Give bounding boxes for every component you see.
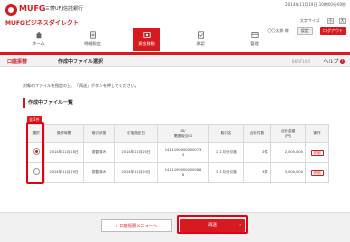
file-list-table: 選択 操作時間 取引状態 引落指定日 ID/ 関連取引ID 取引名 合計件数 合… (27, 124, 329, 183)
cell-count: 2件 (243, 142, 271, 163)
page-header: 口座振替 作成中ファイル選択 BKRF104 ヘルプ ? (0, 55, 350, 67)
cell-status: 振替済み (83, 142, 115, 163)
cell-amount: 2,000,000 (270, 142, 306, 163)
col-name: 取引名 (208, 124, 244, 143)
help-icon: ? (340, 59, 345, 64)
nav-item-home[interactable]: ホーム (25, 28, 52, 51)
cell-action: 詳細 (305, 162, 329, 183)
chevron-left-icon: ‹ (115, 223, 118, 228)
table-row: 2014年11月19日 振替済み 2014年11月20日 14111900000… (27, 162, 329, 183)
cell-name: １１月分引落 (208, 142, 244, 163)
nav-item-transfer[interactable]: 資金移動 (133, 28, 160, 51)
select-cell[interactable] (27, 162, 45, 183)
col-status: 取引状態 (83, 124, 115, 143)
col-count: 合計件数 (243, 124, 271, 143)
nav-label: 明細照会 (84, 41, 101, 46)
help-label: ヘルプ (323, 59, 339, 65)
record-count-badge: 全2件 (27, 116, 42, 123)
detail-button[interactable]: 詳細 (310, 169, 324, 176)
nav-label: ホーム (32, 41, 45, 46)
page-title: 作成中ファイル選択 (58, 59, 104, 65)
cell-amount: 3,000,000 (270, 162, 306, 183)
screen-id: BKRF104 (291, 59, 310, 64)
utility-area: 2014年11月19日 10時00分00秒 文字サイズ 小 大 〇〇太郎 様 設… (268, 2, 346, 35)
mufg-logo-icon (5, 4, 17, 16)
cell-date: 2014年11月20日 (114, 162, 158, 183)
login-datetime: 2014年11月19日 10時00分00秒 (285, 2, 346, 7)
cell-name: １１月分引落 (208, 162, 244, 183)
col-select: 選択 (27, 124, 45, 143)
help-link[interactable]: ヘルプ ? (323, 58, 345, 65)
footer-actions: ‹ 口座振替メニューへ 再送 › (0, 212, 350, 242)
bank-name: 三菱UFJ信託銀行 (45, 6, 84, 12)
nav-label: 承認 (196, 41, 205, 46)
cell-count: 3件 (243, 162, 271, 183)
cell-time: 2014年11月18日 (44, 142, 84, 163)
back-button-label: 口座振替メニューへ (119, 223, 158, 228)
resend-button[interactable]: 再送 › (180, 219, 245, 232)
nav-item-approve[interactable]: 承認 (187, 28, 214, 51)
cell-id: 1411190000000068 8 (157, 162, 209, 183)
main-nav: ホーム 明細照会 資金移動 承認 管理 (25, 28, 325, 51)
nav-item-statements[interactable]: 明細照会 (79, 28, 106, 51)
table-header-row: 選択 操作時間 取引状態 引落指定日 ID/ 関連取引ID 取引名 合計件数 合… (27, 124, 329, 143)
nav-label: 資金移動 (138, 41, 155, 46)
cell-time: 2014年11月19日 (44, 162, 84, 183)
col-action: 操作 (305, 124, 329, 143)
transfer-icon (142, 32, 151, 38)
home-icon (35, 31, 42, 39)
nav-label: 管理 (250, 41, 259, 46)
chevron-right-icon: › (239, 223, 241, 228)
col-id: ID/ 関連取引ID (157, 124, 209, 143)
select-radio[interactable] (32, 148, 40, 156)
col-time: 操作時間 (44, 124, 84, 143)
cell-status: 振替済み (83, 162, 115, 183)
col-date: 引落指定日 (114, 124, 158, 143)
nav-item-manage[interactable]: 管理 (241, 28, 268, 51)
detail-button[interactable]: 詳細 (310, 149, 324, 156)
cell-id: 1411190000000073 3 (157, 142, 209, 163)
cell-action: 詳細 (305, 142, 329, 163)
manage-icon (250, 32, 259, 38)
instruction-text: 対象のファイルを指定の上、「再送」ボタンを押してください。 (23, 83, 139, 88)
cell-date: 2014年11月20日 (114, 142, 158, 163)
select-cell[interactable] (27, 142, 45, 163)
table-row: 2014年11月18日 振替済み 2014年11月20日 14111900000… (27, 142, 329, 163)
breadcrumb: 口座振替 (7, 59, 28, 65)
service-name: MUFGビジネスダイレクト (5, 20, 79, 27)
select-radio[interactable] (32, 168, 40, 176)
resend-button-label: 再送 (208, 223, 217, 228)
col-amount: 合計金額 (円) (270, 124, 306, 143)
document-icon (89, 31, 96, 39)
logo-text: MUFG (19, 4, 46, 13)
back-to-menu-button[interactable]: ‹ 口座振替メニューへ (101, 219, 172, 232)
approve-icon (197, 31, 204, 39)
section-title: 作成中ファイル一覧 (23, 98, 333, 108)
